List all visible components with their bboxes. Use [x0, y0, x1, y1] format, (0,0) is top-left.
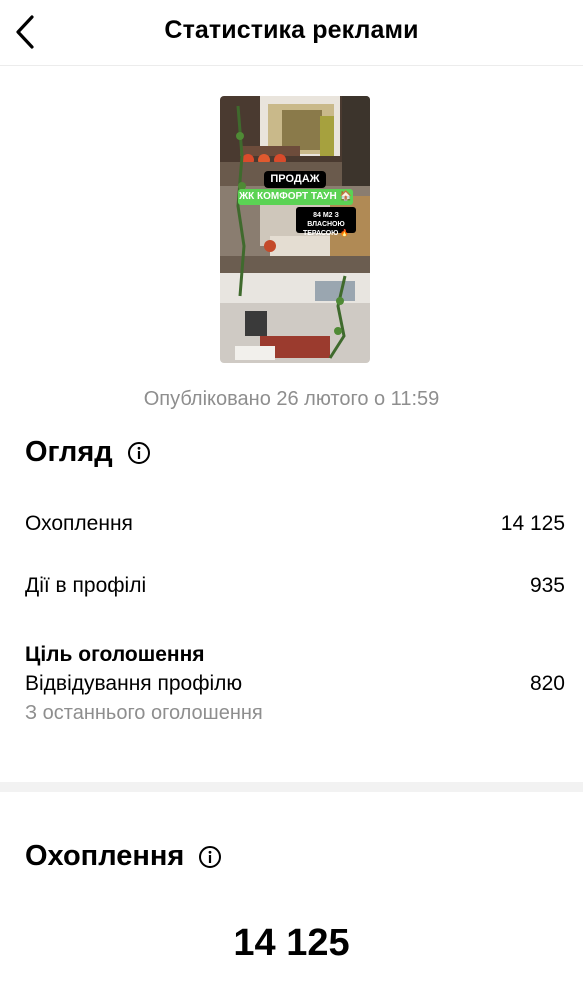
reach-title-text: Охоплення — [25, 840, 185, 872]
overview-title-text: Огляд — [25, 436, 113, 468]
goal-row: Відвідування профілю 820 — [25, 672, 565, 696]
info-icon — [127, 441, 150, 464]
goal-label: Ціль оголошення — [25, 643, 205, 666]
reach-title: Охоплення — [25, 840, 222, 873]
top-bar: Статистика реклами — [0, 0, 583, 66]
complex-badge: ЖК КОМФОРТ ТАУН 🏠 — [238, 189, 353, 205]
reach-label: Охоплення — [25, 512, 133, 535]
post-thumbnail[interactable]: ПРОДАЖ ЖК КОМФОРТ ТАУН 🏠 84 м2 з власною… — [220, 96, 370, 363]
goal-note: З останнього оголошення — [25, 702, 263, 724]
info-icon — [199, 845, 222, 868]
published-date: Опубліковано 26 лютого о 11:59 — [143, 388, 440, 410]
sale-badge: ПРОДАЖ — [264, 171, 326, 188]
profile-actions-label: Дії в профілі — [25, 574, 147, 597]
profile-actions-value: 935 — [529, 574, 565, 597]
page-title: Статистика реклами — [164, 16, 419, 44]
overview-info-button[interactable] — [127, 441, 151, 465]
goal-value: 820 — [529, 672, 565, 695]
goal-name: Відвідування профілю — [25, 672, 243, 695]
overview-title: Огляд — [25, 436, 151, 469]
reach-row: Охоплення 14 125 — [25, 512, 565, 536]
area-badge: 84 м2 з власною терасою 🔥 — [296, 207, 356, 237]
reach-value: 14 125 — [500, 512, 565, 535]
reach-total-value: 14 125 — [233, 922, 350, 964]
reach-info-button[interactable] — [198, 845, 222, 869]
profile-actions-row: Дії в профілі 935 — [25, 574, 565, 598]
section-divider — [0, 782, 583, 792]
